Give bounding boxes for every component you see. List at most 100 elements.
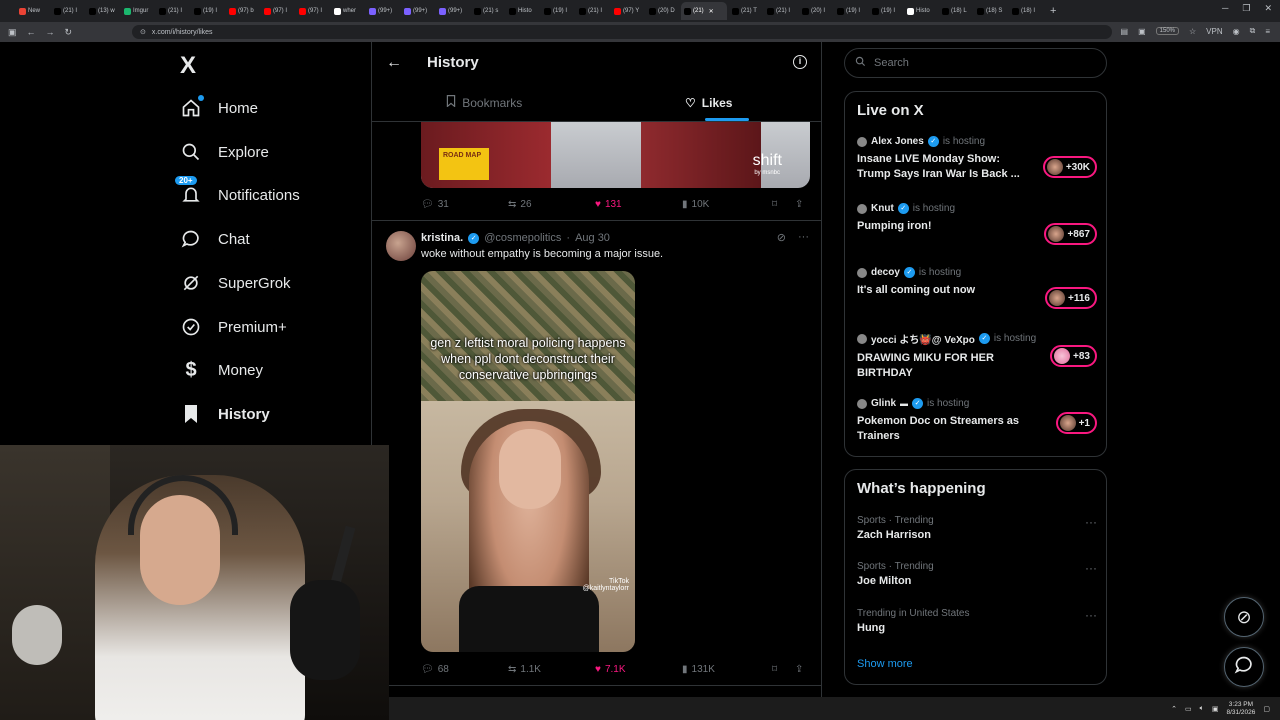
more-icon[interactable]: ··· (1085, 608, 1097, 622)
post-media-image[interactable]: ROAD MAP shift by msnbc (421, 122, 810, 188)
repost-button[interactable]: ⇆ 26 (508, 199, 595, 210)
messages-fab-button[interactable] (1224, 647, 1264, 687)
tab-bookmarks[interactable]: Bookmarks (372, 84, 597, 121)
bookmark-star-icon[interactable]: ☆ (1189, 27, 1196, 36)
minimize-icon[interactable]: ─ (1222, 3, 1228, 14)
back-arrow-icon[interactable]: ← (386, 54, 402, 72)
browser-tab[interactable]: (18) L (939, 2, 972, 20)
browser-tab[interactable]: (18) I (1009, 2, 1042, 20)
show-more-link[interactable]: Show more (857, 658, 913, 670)
post-video[interactable]: gen z leftist moral policing happens whe… (421, 271, 635, 652)
grok-fab-button[interactable]: ⊘ (1224, 597, 1264, 637)
sidebar-item-home[interactable]: Home (180, 95, 258, 119)
sidebar-item-history[interactable]: History (180, 403, 270, 425)
browser-tab[interactable]: (99+) (401, 2, 434, 20)
grok-icon[interactable]: ⊘ (777, 231, 786, 244)
author-handle[interactable]: @cosmepolitics (484, 232, 561, 244)
views-button[interactable]: ▮ 131K (682, 664, 772, 675)
listener-count-pill[interactable]: +83 (1050, 345, 1097, 367)
browser-tab[interactable]: (21) T (729, 2, 762, 20)
close-icon[interactable]: ✕ (1264, 3, 1272, 14)
sidebar-item-notifications[interactable]: 20+ Notifications (175, 176, 300, 206)
views-button[interactable]: ▮ 10K (682, 199, 772, 210)
browser-tab[interactable]: (19) I (869, 2, 902, 20)
sidebar-item-premium[interactable]: Premium+ (180, 316, 287, 338)
live-item[interactable]: Knut ✓ is hosting Pumping iron! +867 (857, 203, 1097, 245)
reply-button[interactable]: 💬︎ 31 (421, 199, 508, 210)
new-tab-button[interactable]: + (1050, 5, 1056, 17)
more-icon[interactable]: ··· (798, 231, 809, 244)
browser-tab[interactable]: (99+) (436, 2, 469, 20)
browser-tab[interactable]: (21) I (576, 2, 609, 20)
listener-count-pill[interactable]: +1 (1055, 412, 1097, 434)
monitor-icon[interactable]: ▣ (1212, 705, 1219, 713)
share-button[interactable]: ⇪ (795, 199, 803, 210)
live-item[interactable]: Glink ▬ ✓ is hosting Pokemon Doc on Streame… (857, 398, 1097, 444)
listener-count-pill[interactable]: +30K (1042, 156, 1097, 178)
search-input[interactable]: Search (844, 48, 1107, 78)
author-name[interactable]: kristina. (421, 232, 463, 244)
browser-tab[interactable]: (99+) (366, 2, 399, 20)
info-icon[interactable]: i (793, 55, 807, 69)
reply-button[interactable]: 💬︎ 68 (421, 664, 508, 675)
browser-tab[interactable]: (13) w (86, 2, 119, 20)
speaker-icon[interactable]: 🔈︎ (1200, 705, 1204, 713)
repost-button[interactable]: ⇆ 1.1K (508, 664, 595, 675)
browser-tab[interactable]: (97) Y (611, 2, 644, 20)
browser-tab[interactable]: (97) b (226, 2, 259, 20)
browser-tab[interactable]: (21) s (471, 2, 504, 20)
sidebar-toggle-icon[interactable]: ▣ (8, 27, 17, 38)
browser-tab[interactable]: (97) I (296, 2, 329, 20)
reload-icon[interactable]: ↻ (65, 27, 73, 38)
browser-tab[interactable]: (97) I (261, 2, 294, 20)
avatar[interactable] (386, 231, 416, 261)
browser-tab[interactable]: (20) D (646, 2, 679, 20)
browser-tab[interactable]: (20) I (799, 2, 832, 20)
tab-likes[interactable]: ♡ Likes (597, 84, 822, 121)
more-icon[interactable]: ··· (1085, 515, 1097, 529)
sidebar-item-supergrok[interactable]: SuperGrok (180, 272, 291, 294)
browser-tab[interactable]: Histo (506, 2, 539, 20)
trend-item[interactable]: Trending in United States Hung ··· (857, 608, 1097, 634)
forward-icon[interactable]: → (46, 27, 55, 37)
browser-tab[interactable]: (21) I (51, 2, 84, 20)
browser-tab[interactable]: (19) I (191, 2, 224, 20)
back-icon[interactable]: ← (27, 27, 36, 37)
sidebar-item-money[interactable]: $ Money (180, 359, 263, 381)
share-button[interactable]: ⇪ (795, 664, 803, 675)
address-bar[interactable]: ⊙ x.com/i/history/likes (132, 25, 1112, 39)
more-icon[interactable]: ··· (1085, 561, 1097, 575)
browser-tab[interactable]: New (16, 2, 49, 20)
maximize-icon[interactable]: ❐ (1242, 3, 1250, 14)
clock[interactable]: 3:23 PM 8/31/2026 (1226, 701, 1255, 717)
extensions-icon[interactable]: ⧉ (1250, 26, 1256, 36)
sidebar-item-chat[interactable]: Chat (180, 228, 250, 250)
browser-tab[interactable]: (21) ✕ (681, 2, 727, 20)
x-logo[interactable]: X (180, 52, 196, 80)
browser-tab[interactable]: (18) S (974, 2, 1007, 20)
browser-tab[interactable]: Imgur (121, 2, 154, 20)
trend-item[interactable]: Sports · Trending Zach Harrison ··· (857, 515, 1097, 541)
sidebar-item-explore[interactable]: Explore (180, 141, 269, 163)
profile-icon[interactable]: ◉ (1233, 27, 1240, 36)
bookmark-button[interactable]: ⌑ (772, 664, 795, 675)
browser-tab[interactable]: (21) I (764, 2, 797, 20)
browser-tab[interactable]: (19) I (541, 2, 574, 20)
browser-tab[interactable]: (21) I (156, 2, 189, 20)
zoom-badge[interactable]: 150% (1155, 27, 1179, 35)
notification-icon[interactable]: ▢ (1263, 705, 1270, 713)
listener-count-pill[interactable]: +116 (1045, 287, 1097, 309)
menu-icon[interactable]: ≡ (1265, 27, 1270, 36)
live-item[interactable]: decoy ✓ is hosting It's all coming out now… (857, 267, 1097, 309)
tab-close-icon[interactable]: ✕ (709, 8, 714, 15)
browser-tab[interactable]: wher (331, 2, 364, 20)
vpn-button[interactable]: VPN (1206, 27, 1222, 36)
listener-count-pill[interactable]: +867 (1044, 223, 1097, 245)
live-item[interactable]: Alex Jones ✓ is hosting Insane LIVE Monday… (857, 136, 1097, 182)
site-info-icon[interactable]: ⊙ (140, 28, 146, 36)
browser-tab[interactable]: (19) I (834, 2, 867, 20)
like-button[interactable]: ♥ 7.1K (595, 664, 682, 675)
bookmark-button[interactable]: ⌑ (772, 199, 795, 210)
screenshot-icon[interactable]: ▣ (1138, 27, 1146, 36)
browser-tab[interactable]: Histo (904, 2, 937, 20)
